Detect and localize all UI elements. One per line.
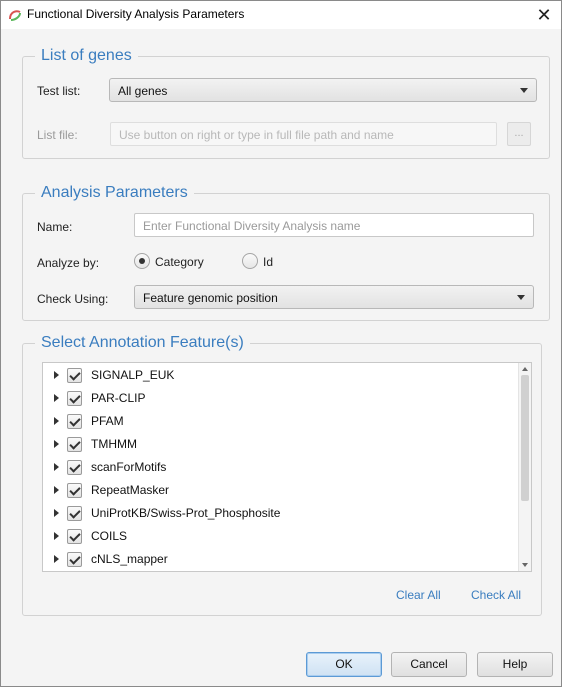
feature-checkbox[interactable] <box>67 506 82 521</box>
list-file-label: List file: <box>37 128 78 142</box>
test-list-label: Test list: <box>37 84 81 98</box>
feature-label: PAR-CLIP <box>91 391 146 405</box>
category-radio-label[interactable]: Category <box>155 255 204 269</box>
feature-checkbox[interactable] <box>67 552 82 567</box>
window-title: Functional Diversity Analysis Parameters <box>27 7 245 21</box>
feature-checkbox[interactable] <box>67 368 82 383</box>
check-all-link[interactable]: Check All <box>471 588 521 602</box>
feature-checkbox[interactable] <box>67 529 82 544</box>
annotation-features-legend: Select Annotation Feature(s) <box>41 334 244 351</box>
feature-checkbox[interactable] <box>67 460 82 475</box>
close-icon[interactable]: ✕ <box>527 1 561 29</box>
expand-arrow-icon[interactable] <box>54 394 59 402</box>
feature-tree[interactable]: SIGNALP_EUK PAR-CLIP PFAM TMHMM scanForM… <box>42 362 532 572</box>
gene-list-legend: List of genes <box>41 47 132 64</box>
feature-label: PFAM <box>91 414 124 428</box>
tree-row[interactable]: scanForMotifs <box>43 456 519 479</box>
expand-arrow-icon[interactable] <box>54 463 59 471</box>
dialog-window: Functional Diversity Analysis Parameters… <box>0 0 562 687</box>
tree-row[interactable]: COILS <box>43 525 519 548</box>
check-using-select[interactable]: Feature genomic position <box>134 285 534 309</box>
scroll-up-icon[interactable] <box>522 367 528 371</box>
feature-label: COILS <box>91 529 128 543</box>
ok-button[interactable]: OK <box>306 652 382 677</box>
help-button[interactable]: Help <box>477 652 553 677</box>
check-using-value: Feature genomic position <box>143 291 278 305</box>
feature-checkbox[interactable] <box>67 437 82 452</box>
chevron-down-icon <box>520 88 528 93</box>
scroll-down-icon[interactable] <box>522 563 528 567</box>
tree-row[interactable]: cNLS_mapper <box>43 548 519 571</box>
feature-label: TMHMM <box>91 437 137 451</box>
title-bar: Functional Diversity Analysis Parameters… <box>1 1 561 29</box>
vertical-scrollbar[interactable] <box>518 363 531 571</box>
check-using-label: Check Using: <box>37 292 109 306</box>
clear-all-link[interactable]: Clear All <box>396 588 441 602</box>
id-radio-label[interactable]: Id <box>263 255 273 269</box>
feature-label: UniProtKB/Swiss-Prot_Phosphosite <box>91 506 281 520</box>
test-list-value: All genes <box>118 84 168 98</box>
expand-arrow-icon[interactable] <box>54 555 59 563</box>
id-radio[interactable] <box>242 253 258 269</box>
analyze-by-label: Analyze by: <box>37 256 100 270</box>
feature-checkbox[interactable] <box>67 391 82 406</box>
feature-checkbox[interactable] <box>67 483 82 498</box>
tree-row[interactable]: SIGNALP_EUK <box>43 364 519 387</box>
feature-label: SIGNALP_EUK <box>91 368 175 382</box>
expand-arrow-icon[interactable] <box>54 371 59 379</box>
chevron-down-icon <box>517 295 525 300</box>
feature-label: scanForMotifs <box>91 460 167 474</box>
tree-row[interactable]: UniProtKB/Swiss-Prot_Phosphosite <box>43 502 519 525</box>
expand-arrow-icon[interactable] <box>54 417 59 425</box>
feature-label: RepeatMasker <box>91 483 170 497</box>
feature-label: cNLS_mapper <box>91 552 168 566</box>
expand-arrow-icon[interactable] <box>54 486 59 494</box>
expand-arrow-icon[interactable] <box>54 440 59 448</box>
cancel-button[interactable]: Cancel <box>391 652 467 677</box>
app-logo-icon <box>7 7 23 23</box>
tree-row[interactable]: TMHMM <box>43 433 519 456</box>
tree-row[interactable]: PFAM <box>43 410 519 433</box>
expand-arrow-icon[interactable] <box>54 509 59 517</box>
analysis-name-input[interactable]: Enter Functional Diversity Analysis name <box>134 213 534 237</box>
test-list-select[interactable]: All genes <box>109 78 537 102</box>
browse-file-button[interactable]: ... <box>507 122 531 146</box>
tree-row[interactable]: PAR-CLIP <box>43 387 519 410</box>
category-radio[interactable] <box>134 253 150 269</box>
tree-row[interactable]: RepeatMasker <box>43 479 519 502</box>
analysis-parameters-legend: Analysis Parameters <box>41 184 188 201</box>
list-file-input[interactable]: Use button on right or type in full file… <box>110 122 497 146</box>
name-label: Name: <box>37 220 73 234</box>
feature-checkbox[interactable] <box>67 414 82 429</box>
expand-arrow-icon[interactable] <box>54 532 59 540</box>
scrollbar-thumb[interactable] <box>521 375 529 501</box>
